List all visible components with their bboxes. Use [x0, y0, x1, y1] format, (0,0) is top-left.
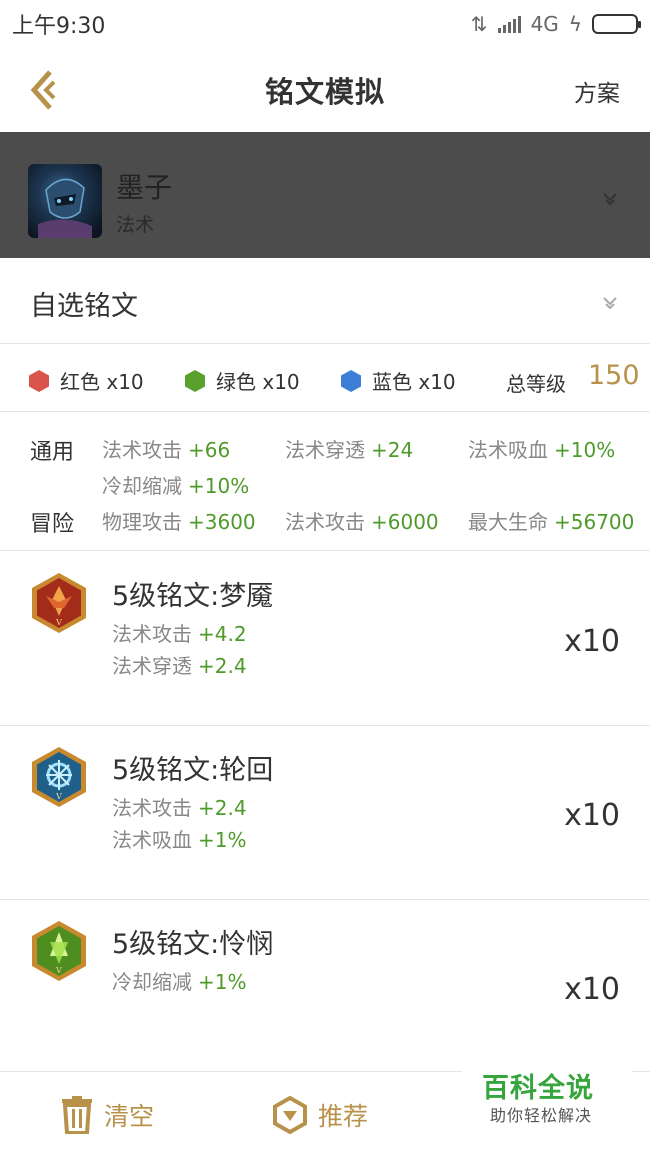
battery-icon — [592, 14, 641, 34]
rune-stat: 法术攻击 +4.2 — [112, 622, 247, 646]
rune-stat: 冷却缩减 +1% — [112, 970, 247, 994]
rune-name: 5级铭文:轮回 — [112, 755, 274, 786]
watermark-title: 百科全说 — [482, 1073, 594, 1104]
rune-stat: 法术攻击 +2.4 — [112, 796, 247, 820]
red-rune-icon: V — [32, 573, 86, 633]
network-type: 4G — [530, 12, 559, 36]
page-title: 铭文模拟 — [264, 75, 385, 109]
attribute-item: 最大生命 +56700 — [468, 510, 635, 534]
svg-text:V: V — [55, 792, 62, 801]
green-rune-icon: V — [32, 921, 86, 981]
rune-stat: 法术吸血 +1% — [112, 828, 247, 852]
attribute-item: 物理攻击 +3600 — [102, 510, 256, 534]
rune-count: x10 — [564, 972, 620, 1007]
attribute-summary: 通用 法术攻击 +66 法术穿透 +24 法术吸血 +10% 冷却缩减 +10% 冒险 … — [0, 412, 650, 551]
total-level-value: 150 — [588, 360, 640, 391]
blue-hexagon-icon — [341, 369, 361, 392]
recommend-button[interactable]: 推荐 — [272, 1096, 368, 1134]
attribute-item: 法术穿透 +24 — [285, 438, 414, 462]
rune-count: x10 — [564, 798, 620, 833]
svg-text:V: V — [55, 966, 62, 975]
svg-text:V: V — [55, 618, 62, 627]
plan-button[interactable]: 方案 — [574, 74, 620, 108]
hero-type: 法术 — [116, 214, 155, 236]
rune-name: 5级铭文:梦魇 — [112, 581, 274, 612]
title-bar: 铭文模拟 方案 — [0, 48, 650, 132]
green-hexagon-icon — [185, 369, 205, 392]
status-time: 上午9:30 — [12, 14, 106, 39]
data-transfer-icon: ⇅ — [470, 12, 488, 36]
red-count: 红色 x10 — [28, 366, 144, 395]
blue-count-label: 蓝色 x10 — [372, 370, 456, 394]
recommend-label: 推荐 — [318, 1102, 369, 1131]
chevron-down-icon — [603, 297, 617, 310]
chevron-down-icon — [603, 193, 617, 206]
status-bar: 上午9:30 ⇅ 4G ϟ — [0, 0, 650, 48]
rune-list-item[interactable]: V 5级铭文:轮回 法术攻击 +2.4 法术吸血 +1% x10 — [0, 726, 650, 900]
watermark: 百科全说 助你轻松解决 — [462, 1058, 632, 1155]
green-count: 绿色 x10 — [184, 366, 300, 395]
blue-rune-icon: V — [32, 747, 86, 807]
trash-icon — [62, 1096, 92, 1134]
status-icons: ⇅ 4G ϟ — [470, 12, 641, 36]
rune-count: x10 — [564, 624, 620, 659]
attribute-item: 冷却缩减 +10% — [102, 474, 250, 498]
back-icon[interactable] — [26, 68, 66, 112]
attribute-item: 法术吸血 +10% — [468, 438, 616, 462]
color-summary: 红色 x10 绿色 x10 蓝色 x10 总等级 150 — [0, 344, 650, 412]
blue-count: 蓝色 x10 — [340, 366, 456, 395]
attribute-item: 法术攻击 +6000 — [285, 510, 439, 534]
hero-selector[interactable]: 墨子 法术 — [0, 132, 650, 258]
hero-name: 墨子 — [116, 171, 173, 204]
clear-label: 清空 — [104, 1102, 155, 1131]
clear-button[interactable]: 清空 — [60, 1096, 154, 1134]
rune-list-item[interactable]: V 5级铭文:梦魇 法术攻击 +4.2 法术穿透 +2.4 x10 — [0, 552, 650, 726]
green-count-label: 绿色 x10 — [216, 370, 300, 394]
rune-name: 5级铭文:怜悯 — [112, 929, 274, 960]
red-count-label: 红色 x10 — [60, 370, 144, 394]
watermark-subtitle: 助你轻松解决 — [490, 1106, 593, 1125]
signal-icon — [497, 15, 521, 33]
rune-set-label: 自选铭文 — [30, 291, 138, 322]
general-category-label: 通用 — [30, 440, 75, 465]
rune-stat: 法术穿透 +2.4 — [112, 654, 247, 678]
adventure-category-label: 冒险 — [30, 512, 75, 537]
red-hexagon-icon — [29, 369, 49, 392]
charging-icon: ϟ — [568, 12, 582, 36]
rune-list-item[interactable]: V 5级铭文:怜悯 冷却缩减 +1% x10 — [0, 900, 650, 1074]
recommend-icon — [273, 1096, 307, 1134]
hero-avatar — [28, 164, 102, 238]
rune-set-selector[interactable]: 自选铭文 — [0, 258, 650, 344]
total-level-label: 总等级 — [506, 372, 566, 396]
attribute-item: 法术攻击 +66 — [102, 438, 231, 462]
